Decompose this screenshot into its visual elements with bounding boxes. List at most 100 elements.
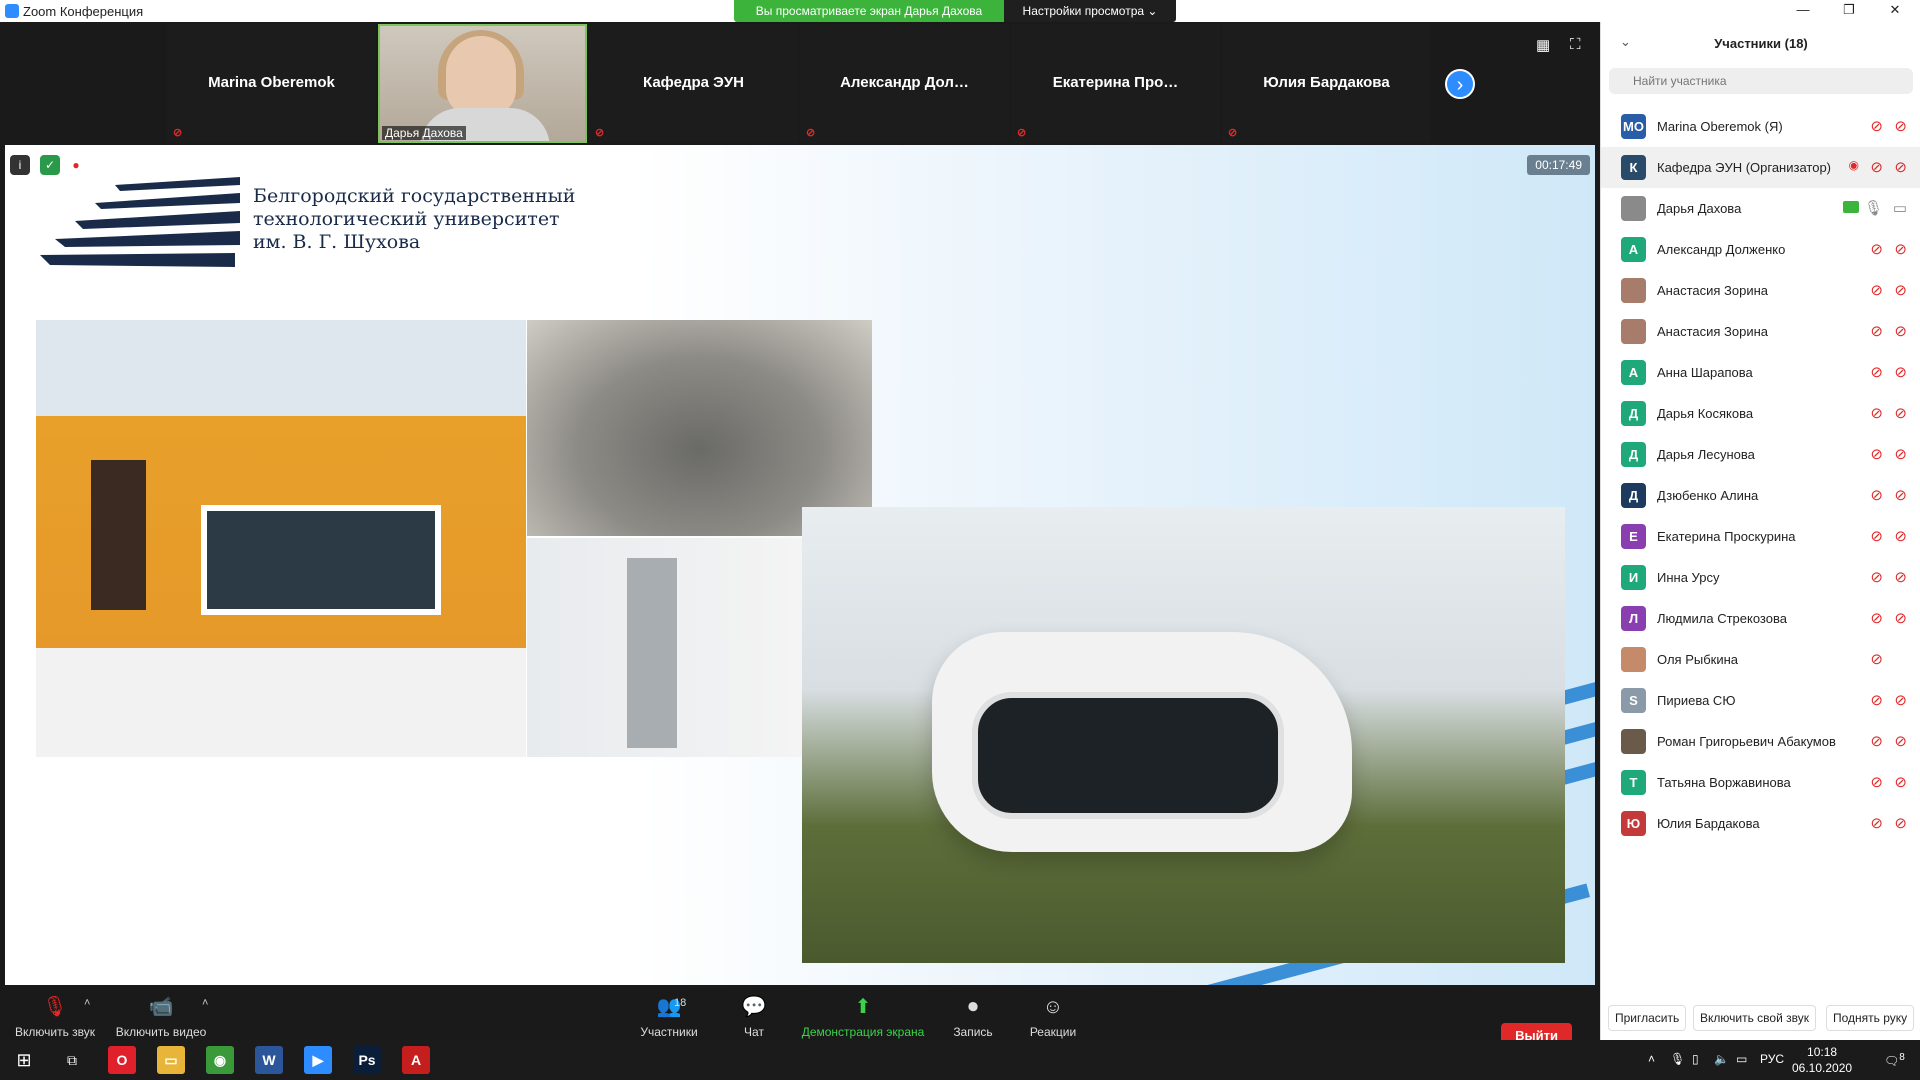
mic-off-icon: ⊘ xyxy=(1870,651,1883,668)
close-window-button[interactable]: ✕ xyxy=(1872,0,1918,22)
task-view-icon[interactable]: ⧉ xyxy=(58,1046,86,1074)
participant-name: Marina Oberemok (Я) xyxy=(1657,119,1783,134)
participant-search-input[interactable] xyxy=(1609,68,1913,94)
participant-row[interactable]: Дарья Дахова 🎙 ▭ xyxy=(1601,188,1920,229)
panel-title: Участники (18) xyxy=(1714,36,1808,51)
zoom-logo-icon xyxy=(5,4,19,18)
avatar: Л xyxy=(1621,606,1646,631)
participant-row[interactable]: Д Дарья Лесунова ⊘ ⊘ xyxy=(1601,434,1920,475)
video-tile-marina[interactable]: Marina Oberemok ⊘ xyxy=(167,24,376,143)
mic-off-icon: ⊘ xyxy=(1870,569,1883,586)
shield-icon[interactable]: ✓ xyxy=(40,155,60,175)
audio-options-caret[interactable]: ˄ xyxy=(84,997,90,1009)
video-options-caret[interactable]: ˄ xyxy=(202,997,208,1009)
participant-row[interactable]: Анастасия Зорина ⊘ ⊘ xyxy=(1601,311,1920,352)
raise-hand-button[interactable]: Поднять руку xyxy=(1826,1005,1915,1031)
participant-row[interactable]: Анастасия Зорина ⊘ ⊘ xyxy=(1601,270,1920,311)
mic-off-icon: ⊘ xyxy=(1870,405,1883,422)
tile-name: Кафедра ЭУН xyxy=(643,74,744,91)
mic-off-icon: ⊘ xyxy=(1870,733,1883,750)
mic-off-icon: ⊘ xyxy=(1870,815,1883,832)
mic-muted-icon: ⊘ xyxy=(1017,127,1027,139)
university-line: технологический университет xyxy=(253,208,560,230)
chat-button[interactable]: 💬 Чат xyxy=(699,995,809,1039)
university-line: им. В. Г. Шухова xyxy=(253,231,421,253)
info-icon[interactable]: i xyxy=(10,155,30,175)
word-app-icon[interactable]: W xyxy=(255,1046,283,1074)
acrobat-app-icon[interactable]: A xyxy=(402,1046,430,1074)
video-tile-darya[interactable]: Дарья Дахова xyxy=(378,24,587,143)
layout-icon[interactable]: ▦ xyxy=(1536,36,1550,54)
mic-off-icon: 🎙 xyxy=(42,996,68,1018)
avatar: И xyxy=(1621,565,1646,590)
video-tile-aleksandr[interactable]: Александр Дол… ⊘ xyxy=(800,24,1009,143)
mic-off-icon: ⊘ xyxy=(1870,487,1883,504)
mic-tray-icon[interactable]: 🎙 xyxy=(1670,1052,1685,1066)
unmute-button[interactable]: 🎙 Включить звук xyxy=(0,995,110,1039)
participant-row[interactable]: S Пириева СЮ ⊘ ⊘ xyxy=(1601,680,1920,721)
zoom-app-icon[interactable]: ▶ xyxy=(304,1046,332,1074)
photoshop-app-icon[interactable]: Ps xyxy=(353,1046,381,1074)
clock[interactable]: 10:18 06.10.2020 xyxy=(1792,1044,1852,1076)
minimize-button[interactable]: — xyxy=(1780,0,1826,22)
share-screen-button[interactable]: ⬆ Демонстрация экрана xyxy=(798,995,928,1039)
participant-row[interactable]: К Кафедра ЭУН (Организатор) ◉ ⊘ ⊘ xyxy=(1601,147,1920,188)
camera-off-icon: ⊘ xyxy=(1894,159,1907,176)
start-video-button[interactable]: 📹 Включить видео xyxy=(106,995,216,1039)
invite-button[interactable]: Пригласить xyxy=(1608,1005,1687,1031)
participant-name: Юлия Бардакова xyxy=(1657,816,1760,831)
participant-row[interactable]: Оля Рыбкина ⊘ xyxy=(1601,639,1920,680)
avatar: S xyxy=(1621,688,1646,713)
network-tray-icon[interactable]: ▭ xyxy=(1736,1052,1747,1066)
avatar: Д xyxy=(1621,483,1646,508)
explorer-app-icon[interactable]: ▭ xyxy=(157,1046,185,1074)
participant-row[interactable]: Л Людмила Стрекозова ⊘ ⊘ xyxy=(1601,598,1920,639)
mic-off-icon: ⊘ xyxy=(1870,241,1883,258)
chrome-app-icon[interactable]: ◉ xyxy=(206,1046,234,1074)
participant-row[interactable]: Т Татьяна Воржавинова ⊘ ⊘ xyxy=(1601,762,1920,803)
camera-off-icon: ⊘ xyxy=(1894,323,1907,340)
usb-tray-icon[interactable]: ▯ xyxy=(1692,1052,1699,1066)
mic-muted-icon: ⊘ xyxy=(806,127,816,139)
language-indicator[interactable]: РУС xyxy=(1760,1052,1784,1066)
camera-off-icon: ⊘ xyxy=(1894,610,1907,627)
university-logo-icon xyxy=(40,177,240,267)
tray-up-icon[interactable]: ˄ xyxy=(1648,1052,1655,1066)
participant-row[interactable]: А Александр Долженко ⊘ ⊘ xyxy=(1601,229,1920,270)
unmute-label: Включить звук xyxy=(14,1025,96,1039)
shared-screen: i ✓ ● 00:17:49 Белгородский государственны… xyxy=(5,145,1595,985)
video-off-icon: 📹 xyxy=(148,996,174,1018)
view-options-button[interactable]: Настройки просмотра ⌄ xyxy=(1004,0,1176,22)
participant-name: Дзюбенко Алина xyxy=(1657,488,1759,503)
participant-row[interactable]: Роман Григорьевич Абакумов ⊘ ⊘ xyxy=(1601,721,1920,762)
screen-share-icon xyxy=(1843,201,1859,213)
participant-name: Роман Григорьевич Абакумов xyxy=(1657,734,1836,749)
participant-name: Анастасия Зорина xyxy=(1657,283,1769,298)
video-tile-kafedra[interactable]: Кафедра ЭУН ⊘ xyxy=(589,24,798,143)
participant-row[interactable]: Ю Юлия Бардакова ⊘ ⊘ xyxy=(1601,803,1920,844)
unmute-me-button[interactable]: Включить свой звук xyxy=(1693,1005,1816,1031)
participant-row[interactable]: Д Дзюбенко Алина ⊘ ⊘ xyxy=(1601,475,1920,516)
volume-tray-icon[interactable]: 🔈 xyxy=(1714,1052,1729,1066)
reactions-label: Реакции xyxy=(1029,1025,1077,1039)
mic-off-icon: ⊘ xyxy=(1870,528,1883,545)
participant-list: MO Marina Oberemok (Я) ⊘ ⊘ К Кафедра ЭУН (Орг… xyxy=(1601,106,1920,844)
restore-button[interactable]: ❐ xyxy=(1826,0,1872,22)
video-tile-ekaterina[interactable]: Екатерина Про… ⊘ xyxy=(1011,24,1220,143)
reactions-button[interactable]: ☺ Реакции xyxy=(998,995,1108,1039)
start-button[interactable]: ⊞ xyxy=(10,1046,38,1074)
camera-off-icon: ⊘ xyxy=(1894,528,1907,545)
participant-row[interactable]: И Инна Урсу ⊘ ⊘ xyxy=(1601,557,1920,598)
participant-row[interactable]: Д Дарья Косякова ⊘ ⊘ xyxy=(1601,393,1920,434)
participant-row[interactable]: Е Екатерина Проскурина ⊘ ⊘ xyxy=(1601,516,1920,557)
notification-icon[interactable]: 🗨8 xyxy=(1884,1052,1905,1068)
video-tile-yulia[interactable]: Юлия Бардакова ⊘ xyxy=(1222,24,1431,143)
participant-row[interactable]: MO Marina Oberemok (Я) ⊘ ⊘ xyxy=(1601,106,1920,147)
participant-row[interactable]: А Анна Шарапова ⊘ ⊘ xyxy=(1601,352,1920,393)
camera-off-icon: ⊘ xyxy=(1894,446,1907,463)
next-page-button[interactable]: › xyxy=(1445,69,1475,99)
fullscreen-icon[interactable]: ⛶ xyxy=(1570,36,1581,53)
mic-off-icon: ⊘ xyxy=(1870,282,1883,299)
notification-count: 8 xyxy=(1899,1052,1905,1063)
opera-app-icon[interactable]: O xyxy=(108,1046,136,1074)
